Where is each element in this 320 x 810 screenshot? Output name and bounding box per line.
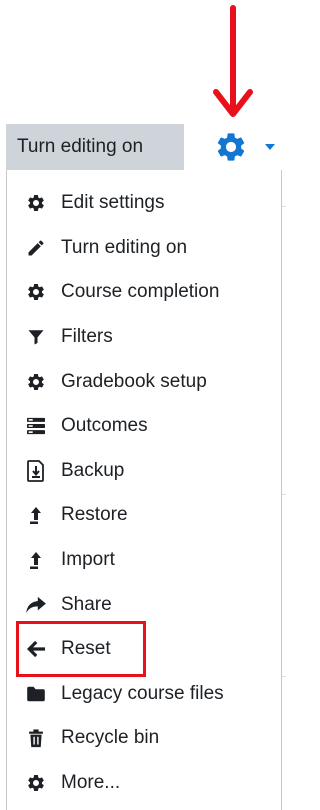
menu-item-label: Restore bbox=[61, 504, 128, 526]
menu-item-label: Legacy course files bbox=[61, 682, 224, 704]
cog-icon bbox=[25, 371, 47, 393]
folder-icon bbox=[25, 683, 47, 705]
menu-item-recycle-bin[interactable]: Recycle bin bbox=[7, 716, 281, 761]
arrow-left-icon bbox=[25, 638, 47, 660]
upload-arrow-icon bbox=[25, 549, 47, 571]
gear-icon bbox=[214, 130, 248, 164]
cog-icon bbox=[25, 772, 47, 794]
menu-item-label: Turn editing on bbox=[61, 236, 188, 258]
caret-down-icon bbox=[264, 143, 276, 151]
menu-item-import[interactable]: Import bbox=[7, 538, 281, 583]
menu-item-label: More... bbox=[61, 772, 121, 794]
annotation-arrow-icon bbox=[213, 5, 253, 117]
cog-icon bbox=[25, 192, 47, 214]
cog-icon bbox=[25, 281, 47, 303]
menu-item-course-completion[interactable]: Course completion bbox=[7, 270, 281, 315]
menu-item-more[interactable]: More... bbox=[7, 761, 281, 806]
upload-arrow-icon bbox=[25, 504, 47, 526]
menu-item-outcomes[interactable]: Outcomes bbox=[7, 404, 281, 449]
menu-item-label: Filters bbox=[61, 326, 113, 348]
menu-item-restore[interactable]: Restore bbox=[7, 493, 281, 538]
menu-item-edit-settings[interactable]: Edit settings bbox=[7, 181, 281, 226]
menu-item-backup[interactable]: Backup bbox=[7, 449, 281, 494]
menu-item-label: Gradebook setup bbox=[61, 370, 207, 392]
menu-item-label: Backup bbox=[61, 459, 125, 481]
pencil-icon bbox=[25, 237, 47, 259]
menu-item-label: Import bbox=[61, 549, 115, 571]
menu-item-reset[interactable]: Reset bbox=[7, 627, 281, 672]
turn-editing-on-button[interactable]: Turn editing on bbox=[6, 124, 184, 170]
share-icon bbox=[25, 594, 47, 616]
menu-item-label: Share bbox=[61, 593, 112, 615]
backup-file-icon bbox=[25, 459, 47, 482]
menu-item-label: Recycle bin bbox=[61, 727, 160, 749]
menu-item-gradebook-setup[interactable]: Gradebook setup bbox=[7, 359, 281, 404]
course-actions-dropdown: Edit settings Turn editing on Course com… bbox=[6, 170, 282, 810]
outcomes-icon bbox=[25, 415, 47, 437]
menu-item-label: Reset bbox=[61, 638, 111, 660]
menu-item-label: Edit settings bbox=[61, 192, 165, 214]
filter-icon bbox=[25, 326, 47, 348]
menu-item-label: Outcomes bbox=[61, 415, 148, 437]
menu-item-filters[interactable]: Filters bbox=[7, 315, 281, 360]
course-actions-list: Edit settings Turn editing on Course com… bbox=[7, 181, 281, 805]
menu-item-share[interactable]: Share bbox=[7, 582, 281, 627]
menu-item-turn-editing-on[interactable]: Turn editing on bbox=[7, 226, 281, 271]
menu-item-label: Course completion bbox=[61, 281, 220, 303]
course-actions-menu-toggle[interactable] bbox=[214, 128, 284, 166]
menu-item-legacy-course-files[interactable]: Legacy course files bbox=[7, 672, 281, 717]
trash-icon bbox=[25, 727, 47, 749]
